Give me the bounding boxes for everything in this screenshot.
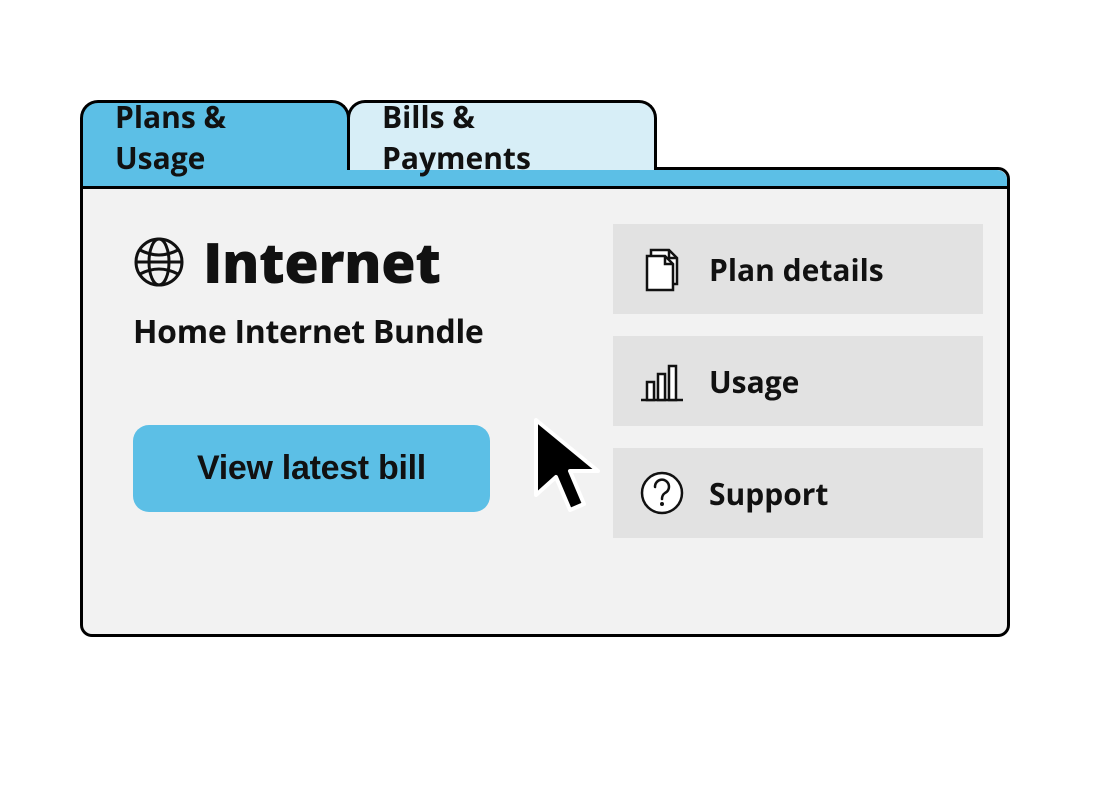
sidebar-item-label: Plan details	[709, 249, 884, 290]
sidebar-item-label: Support	[709, 473, 828, 514]
panel-plans-usage: Internet Home Internet Bundle View lates…	[80, 167, 1010, 637]
question-icon	[637, 468, 687, 518]
bar-chart-icon	[637, 356, 687, 406]
plan-name: Home Internet Bundle	[133, 310, 573, 353]
tab-label: Plans & Usage	[115, 96, 315, 178]
sidebar-item-support[interactable]: Support	[613, 448, 983, 538]
sidebar-item-plan-details[interactable]: Plan details	[613, 224, 983, 314]
globe-icon	[133, 236, 185, 288]
sidebar-item-usage[interactable]: Usage	[613, 336, 983, 426]
tab-bills-payments[interactable]: Bills & Payments	[347, 100, 657, 170]
tab-label: Bills & Payments	[382, 96, 622, 178]
sidebar-item-label: Usage	[709, 361, 799, 402]
view-latest-bill-button[interactable]: View latest bill	[133, 425, 490, 512]
documents-icon	[637, 244, 687, 294]
service-heading: Internet	[203, 224, 441, 300]
tab-plans-usage[interactable]: Plans & Usage	[80, 100, 350, 170]
button-label: View latest bill	[197, 449, 426, 487]
tab-bar: Plans & Usage Bills & Payments	[80, 100, 1010, 170]
